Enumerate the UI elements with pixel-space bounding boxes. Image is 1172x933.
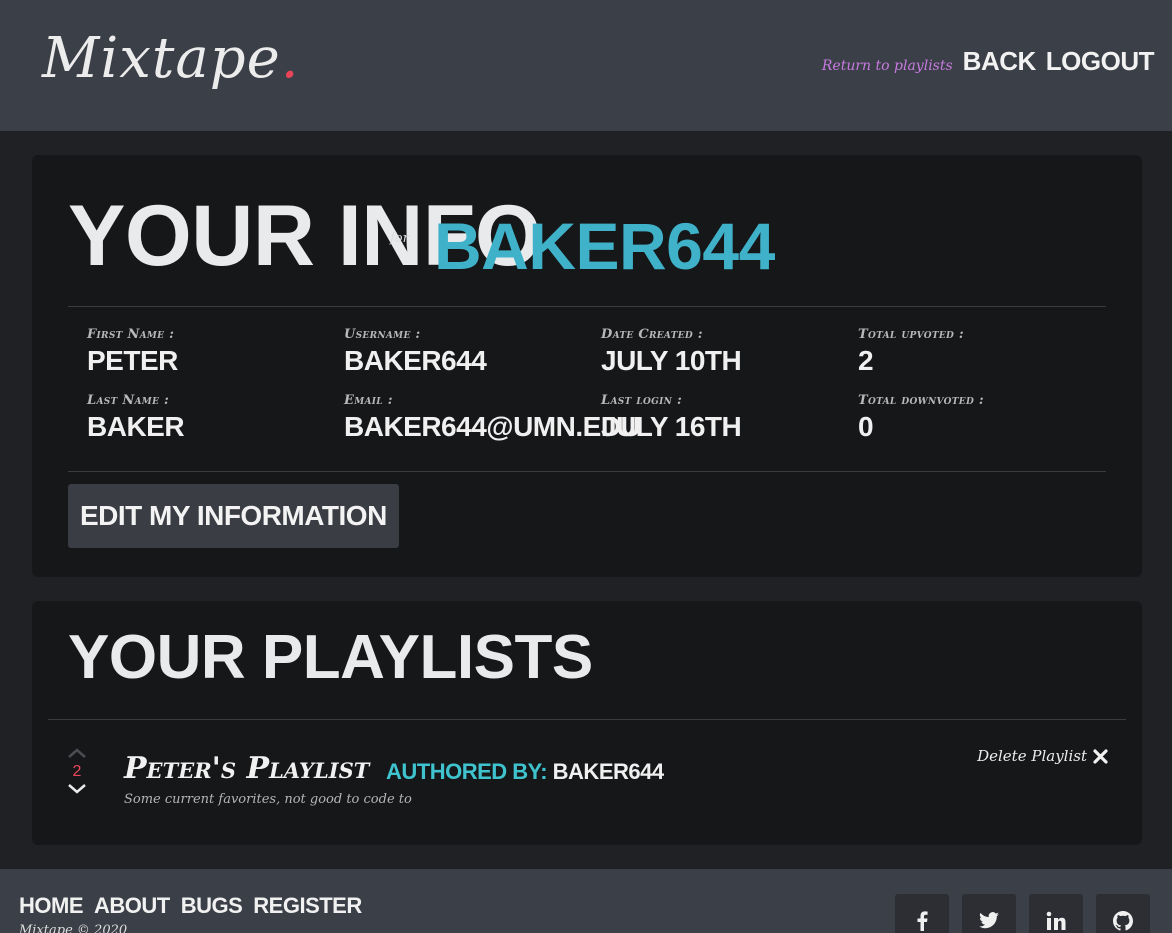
total-upvoted-field: Total upvoted : 2 [858, 327, 1108, 377]
authored-by-label: AUTHORED BY: [386, 759, 548, 784]
vote-count: 2 [72, 763, 82, 780]
divider [68, 306, 1106, 307]
field-value: BAKER [87, 411, 185, 442]
logo-dot: . [280, 26, 300, 91]
facebook-icon [917, 911, 928, 931]
linkedin-icon [1046, 911, 1066, 930]
playlists-card: YOUR PLAYLISTS 2 Peter's Playlist AUTHOR… [32, 601, 1142, 845]
copyright: Mixtape © 2020 [19, 923, 128, 933]
footer-link-register[interactable]: REGISTER [253, 893, 362, 919]
playlist-author: BAKER644 [552, 759, 664, 784]
last-name-field: Last Name : BAKER [87, 393, 337, 443]
field-value: 0 [858, 411, 874, 442]
linkedin-button[interactable] [1029, 894, 1083, 933]
logo-text: Mixtape [42, 26, 281, 91]
twitter-icon [979, 912, 999, 929]
total-downvoted-field: Total downvoted : 0 [858, 393, 1108, 443]
twitter-button[interactable] [962, 894, 1016, 933]
first-name-field: First Name : PETER [87, 327, 337, 377]
downvote-chevron-icon[interactable] [67, 783, 87, 795]
field-label: Total upvoted : [858, 327, 965, 342]
field-label: Username : [344, 327, 421, 342]
playlist-description: Some current favorites, not good to code… [124, 792, 412, 807]
field-value: JULY 10TH [601, 345, 742, 376]
field-label: Last Name : [87, 393, 170, 408]
authored-by: AUTHORED BY: BAKER644 [386, 759, 664, 785]
playlists-title: YOUR PLAYLISTS [68, 623, 593, 692]
field-label: Date Created : [601, 327, 703, 342]
delete-playlist-label: Delete Playlist [977, 747, 1087, 765]
field-value: 2 [858, 345, 874, 376]
github-icon [1113, 911, 1133, 931]
site-footer: HOME ABOUT BUGS REGISTER Mixtape © 2020 [0, 869, 1172, 933]
username-field: Username : BAKER644 [344, 327, 594, 377]
facebook-button[interactable] [895, 894, 949, 933]
field-value: BAKER644@UMN.EDU [344, 411, 641, 442]
field-label: Last login : [601, 393, 683, 408]
return-to-playlists-link[interactable]: Return to playlists [822, 58, 953, 74]
username-heading: BAKER644 [434, 209, 775, 283]
github-button[interactable] [1096, 894, 1150, 933]
field-label: First Name : [87, 327, 175, 342]
close-icon [1093, 748, 1108, 764]
footer-nav: HOME ABOUT BUGS REGISTER [19, 893, 362, 919]
logout-link[interactable]: LOGOUT [1046, 46, 1155, 77]
back-link[interactable]: BACK [963, 46, 1037, 77]
user-info-card: YOUR INFO for BAKER644 First Name : PETE… [32, 155, 1142, 577]
site-header: Mixtape. Return to playlists BACK LOGOUT [0, 0, 1172, 131]
edit-my-information-button[interactable]: EDIT MY INFORMATION [68, 484, 399, 548]
date-created-field: Date Created : JULY 10TH [601, 327, 851, 377]
divider [68, 471, 1106, 472]
email-field: Email : BAKER644@UMN.EDU [344, 393, 641, 443]
field-label: Total downvoted : [858, 393, 984, 408]
field-value: BAKER644 [344, 345, 487, 376]
for-label: for [390, 231, 409, 246]
header-nav: Return to playlists BACK LOGOUT [822, 46, 1155, 77]
footer-link-home[interactable]: HOME [19, 893, 84, 919]
upvote-chevron-icon[interactable] [67, 747, 87, 759]
delete-playlist-button[interactable]: Delete Playlist [977, 747, 1108, 765]
footer-link-about[interactable]: ABOUT [94, 893, 170, 919]
field-label: Email : [344, 393, 393, 408]
field-value: JULY 16TH [601, 411, 742, 442]
divider [48, 719, 1126, 720]
vote-control: 2 [66, 747, 88, 795]
mixtape-logo[interactable]: Mixtape. [42, 26, 300, 91]
playlist-name-link[interactable]: Peter's Playlist [124, 751, 369, 786]
footer-link-bugs[interactable]: BUGS [181, 893, 243, 919]
field-value: PETER [87, 345, 178, 376]
last-login-field: Last login : JULY 16TH [601, 393, 851, 443]
